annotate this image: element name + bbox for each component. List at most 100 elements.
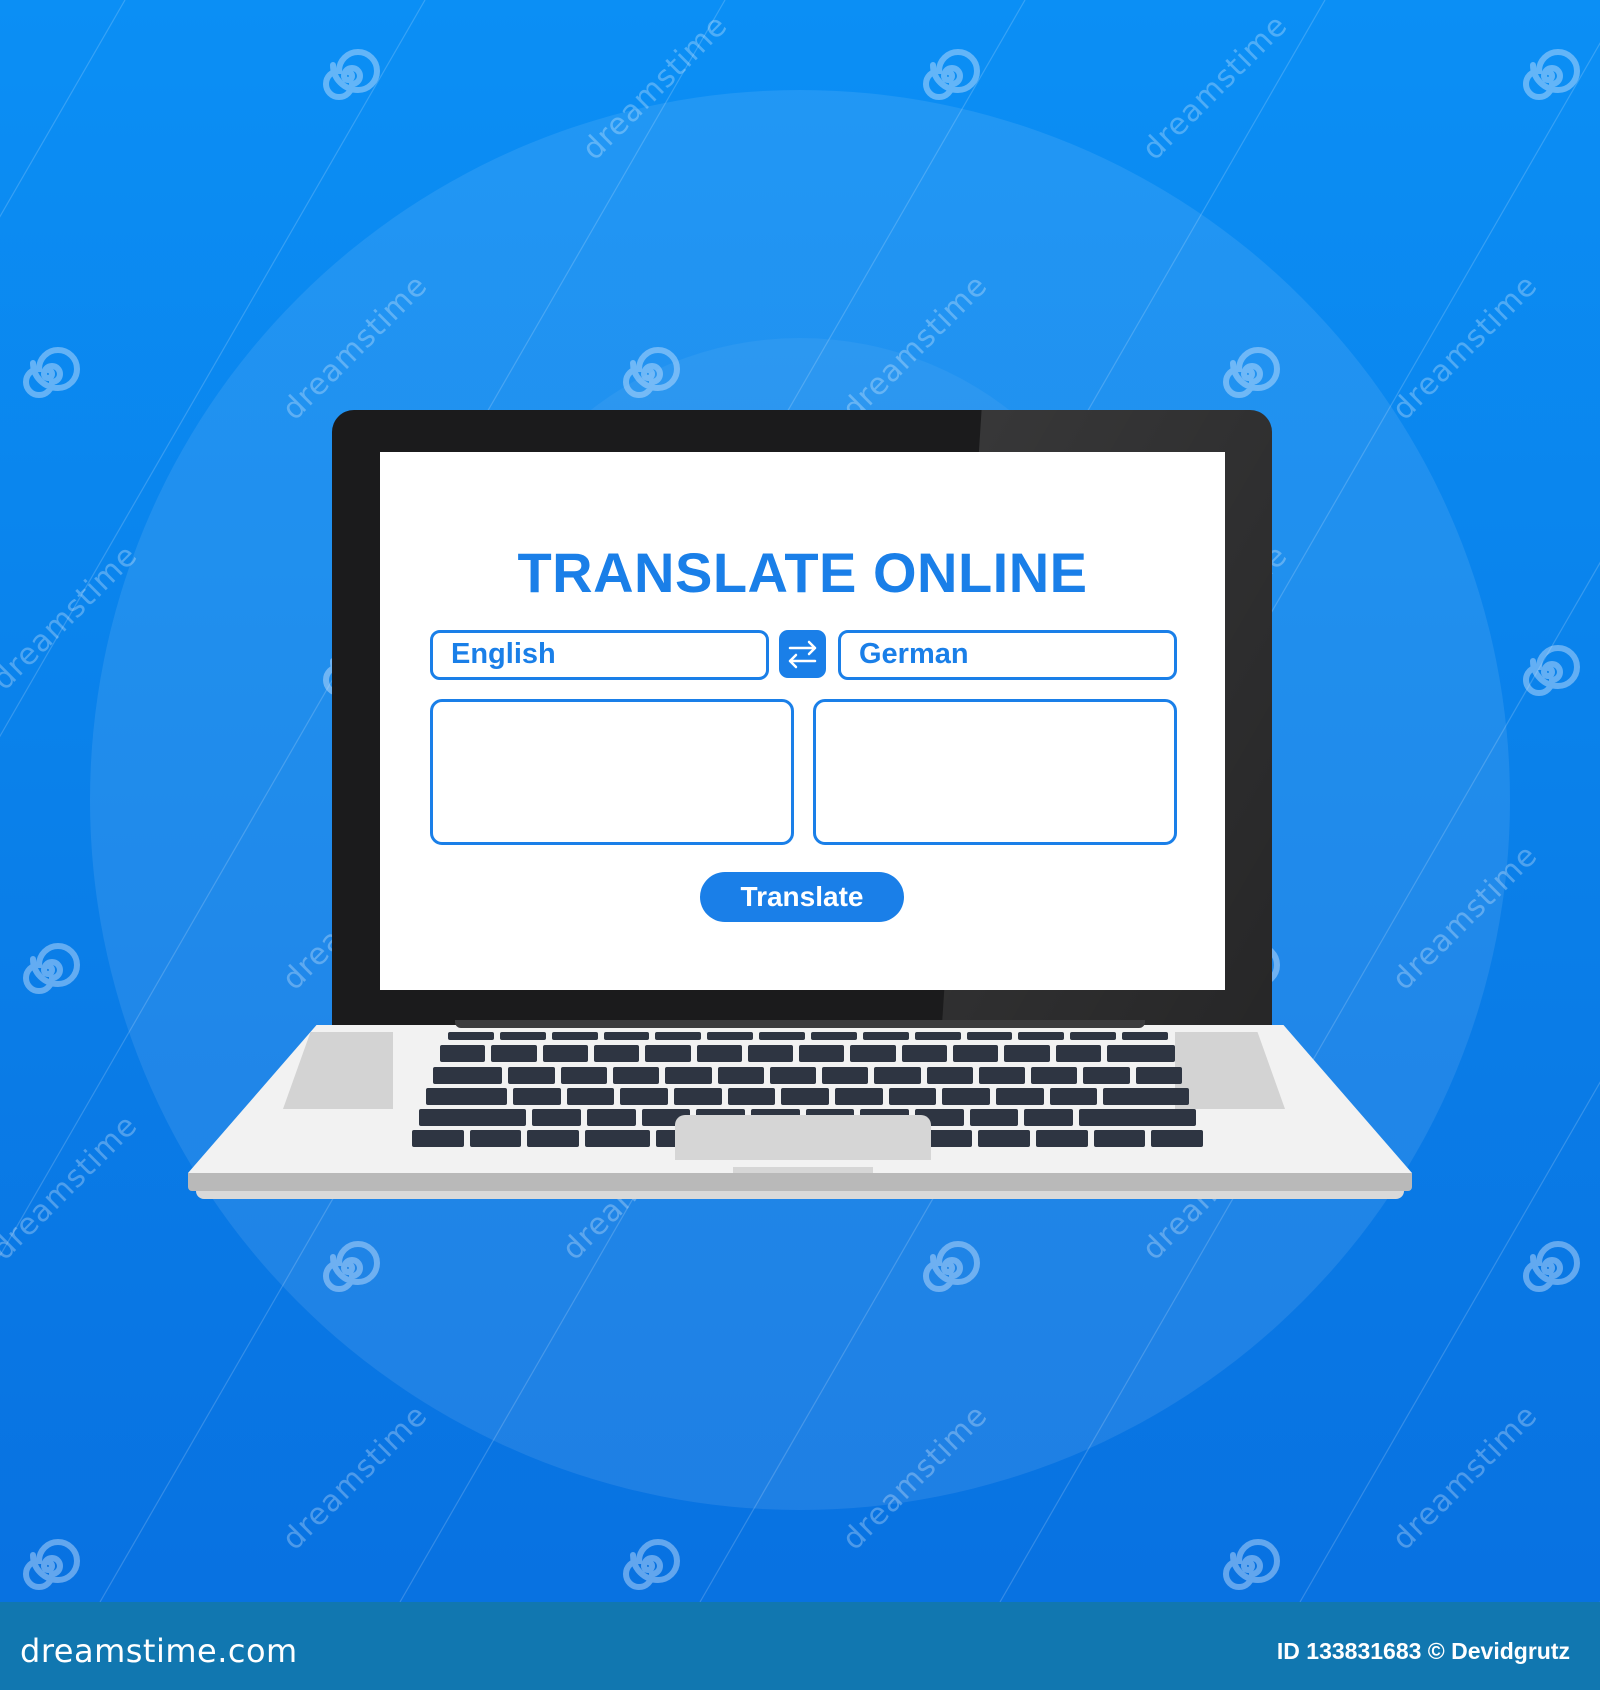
keyboard-key[interactable] xyxy=(426,1088,507,1105)
keyboard-key[interactable] xyxy=(1055,1045,1102,1062)
keyboard-key[interactable] xyxy=(1070,1032,1117,1040)
keyboard-key[interactable] xyxy=(620,1088,668,1105)
keyboard-key[interactable] xyxy=(953,1045,999,1062)
keyboard-key[interactable] xyxy=(665,1067,712,1084)
laptop-base-edge xyxy=(188,1173,1412,1191)
keyboard-key[interactable] xyxy=(560,1067,607,1084)
laptop-base-bottom xyxy=(196,1191,1404,1199)
keyboard-key[interactable] xyxy=(1151,1130,1203,1147)
keyboard-key[interactable] xyxy=(978,1130,1030,1147)
keyboard-key[interactable] xyxy=(759,1032,805,1040)
dreamstime-spiral-icon xyxy=(12,338,84,410)
keyboard-key[interactable] xyxy=(585,1130,650,1147)
keyboard-key[interactable] xyxy=(942,1088,990,1105)
keyboard-key[interactable] xyxy=(448,1032,494,1040)
keyboard-key[interactable] xyxy=(995,1088,1044,1105)
keyboard-key[interactable] xyxy=(969,1109,1019,1126)
keyboard-key[interactable] xyxy=(822,1067,869,1084)
swap-languages-button[interactable] xyxy=(779,630,826,678)
keyboard-key[interactable] xyxy=(542,1045,588,1062)
keyboard-key[interactable] xyxy=(1103,1088,1189,1105)
keyboard-key[interactable] xyxy=(874,1067,921,1084)
keyboard-key[interactable] xyxy=(586,1109,636,1126)
dreamstime-spiral-icon xyxy=(1212,1530,1284,1602)
keyboard-key[interactable] xyxy=(834,1088,883,1105)
keyboard-key[interactable] xyxy=(655,1032,702,1040)
dreamstime-spiral-icon xyxy=(612,338,684,410)
target-text-output[interactable] xyxy=(813,699,1177,845)
page-title: TRANSLATE ONLINE xyxy=(517,541,1088,604)
dreamstime-spiral-icon xyxy=(312,40,384,112)
laptop-hinge xyxy=(455,1020,1145,1028)
keyboard-key[interactable] xyxy=(862,1032,909,1040)
dreamstime-spiral-icon xyxy=(1512,636,1584,708)
watermark-text: dreamstime xyxy=(0,1107,145,1268)
keyboard-key[interactable] xyxy=(551,1032,598,1040)
keyboard-key[interactable] xyxy=(645,1045,691,1062)
keyboard-key[interactable] xyxy=(901,1045,948,1062)
keyboard-key[interactable] xyxy=(747,1045,794,1062)
dreamstime-spiral-icon xyxy=(12,934,84,1006)
keyboard-key[interactable] xyxy=(799,1045,845,1062)
watermark-text: dreamstime xyxy=(1385,1397,1545,1558)
keyboard-key[interactable] xyxy=(1135,1067,1182,1084)
keyboard-key[interactable] xyxy=(419,1109,527,1126)
keyboard-key[interactable] xyxy=(1083,1067,1130,1084)
keyboard-key[interactable] xyxy=(727,1088,776,1105)
dreamstime-spiral-icon xyxy=(1512,1232,1584,1304)
keyboard-key[interactable] xyxy=(1049,1088,1098,1105)
keyboard-key[interactable] xyxy=(769,1067,817,1084)
keyboard-key[interactable] xyxy=(1018,1032,1065,1040)
keyboard-key[interactable] xyxy=(673,1088,722,1105)
keyboard-key[interactable] xyxy=(717,1067,764,1084)
keyboard-key[interactable] xyxy=(508,1067,555,1084)
source-text-input[interactable] xyxy=(430,699,794,845)
keyboard-key[interactable] xyxy=(412,1130,464,1147)
source-language-select[interactable]: English xyxy=(430,630,769,680)
keyboard-key[interactable] xyxy=(433,1067,503,1084)
keyboard-key[interactable] xyxy=(1093,1130,1146,1147)
keyboard-key[interactable] xyxy=(781,1088,829,1105)
footer-bar: dreamstime.com ID 133831683 © Devidgrutz xyxy=(0,1602,1600,1690)
trackpad[interactable] xyxy=(675,1115,931,1160)
keyboard-key[interactable] xyxy=(850,1045,896,1062)
keyboard-key[interactable] xyxy=(1004,1045,1050,1062)
keyboard-key[interactable] xyxy=(566,1088,615,1105)
keyboard-key[interactable] xyxy=(1107,1045,1175,1062)
keyboard-key[interactable] xyxy=(1122,1032,1168,1040)
keyboard-key[interactable] xyxy=(1024,1109,1074,1126)
keyboard-key[interactable] xyxy=(978,1067,1026,1084)
keyboard-key[interactable] xyxy=(811,1032,857,1040)
dreamstime-spiral-icon xyxy=(1212,338,1284,410)
keyboard-key[interactable] xyxy=(603,1032,650,1040)
keyboard-key[interactable] xyxy=(491,1045,537,1062)
watermark-text: dreamstime xyxy=(275,1397,435,1558)
keyboard-key[interactable] xyxy=(914,1032,961,1040)
keyboard-key[interactable] xyxy=(469,1130,522,1147)
keyboard-key[interactable] xyxy=(612,1067,660,1084)
target-language-select[interactable]: German xyxy=(838,630,1177,680)
dreamstime-spiral-icon xyxy=(12,1530,84,1602)
keyboard-key[interactable] xyxy=(888,1088,937,1105)
keyboard-key[interactable] xyxy=(1035,1130,1088,1147)
keyboard-key[interactable] xyxy=(532,1109,581,1126)
keyboard-key[interactable] xyxy=(926,1067,973,1084)
watermark-text: dreamstime xyxy=(1385,267,1545,428)
keyboard-key[interactable] xyxy=(707,1032,754,1040)
swap-arrows-icon xyxy=(788,640,817,669)
keyboard-key[interactable] xyxy=(1031,1067,1078,1084)
footer-logo: dreamstime.com xyxy=(20,1632,298,1670)
keyboard-key[interactable] xyxy=(499,1032,546,1040)
footer-credit: ID 133831683 © Devidgrutz xyxy=(1276,1638,1570,1664)
keyboard-key[interactable] xyxy=(966,1032,1013,1040)
keyboard-key[interactable] xyxy=(513,1088,561,1105)
dreamstime-spiral-icon xyxy=(1512,40,1584,112)
translate-button[interactable]: Translate xyxy=(700,872,904,922)
dreamstime-spiral-icon xyxy=(312,1232,384,1304)
dreamstime-spiral-icon xyxy=(912,40,984,112)
keyboard-key[interactable] xyxy=(593,1045,640,1062)
keyboard-key[interactable] xyxy=(696,1045,742,1062)
keyboard-key[interactable] xyxy=(527,1130,580,1147)
keyboard-key[interactable] xyxy=(440,1045,486,1062)
keyboard-key[interactable] xyxy=(1079,1109,1196,1126)
